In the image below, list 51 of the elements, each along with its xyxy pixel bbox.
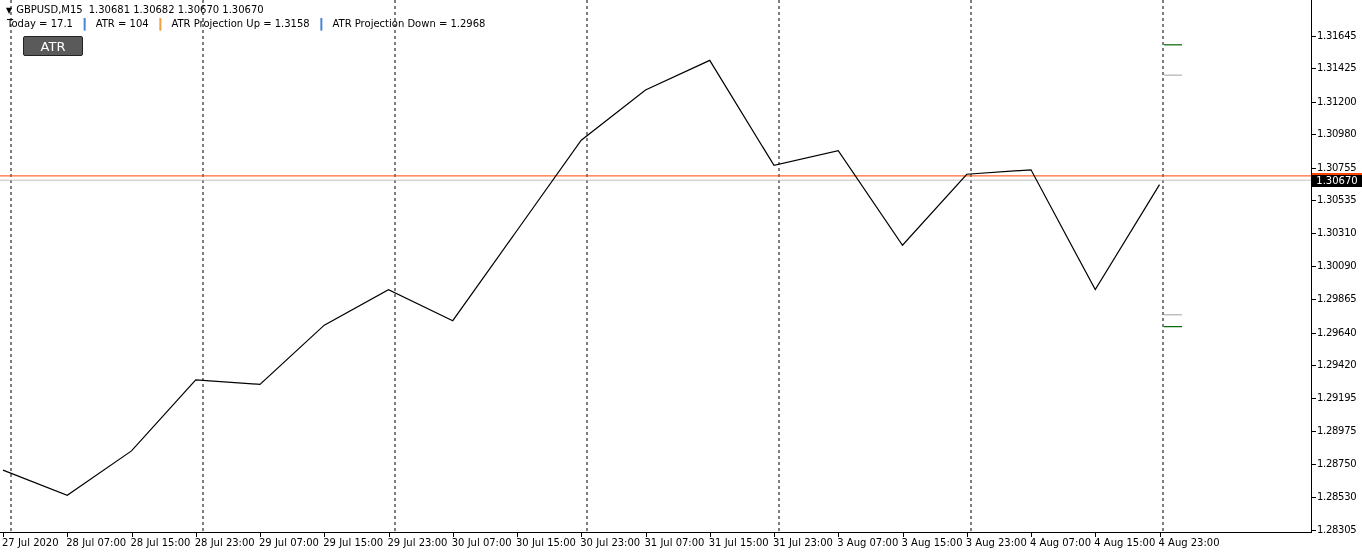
price-label: 1.28975 (1317, 424, 1357, 437)
projection-mark (1163, 326, 1183, 328)
price-label: 1.31425 (1317, 62, 1357, 75)
separator: | (81, 17, 87, 30)
indicator-value: ATR Projection Up = 1.3158 (171, 17, 310, 30)
time-label: 30 Jul 07:00 (451, 537, 512, 549)
symbol-label: GBPUSD,M15 (16, 4, 83, 15)
time-label: 30 Jul 15:00 (516, 537, 576, 549)
price-label: 1.29640 (1317, 326, 1357, 339)
price-label: 1.29420 (1317, 359, 1357, 372)
projection-mark (1163, 74, 1183, 76)
price-label: 1.30980 (1317, 128, 1357, 141)
time-label: 31 Jul 23:00 (773, 537, 833, 549)
price-label: 1.28750 (1317, 458, 1357, 471)
price-label: 1.30755 (1317, 161, 1357, 174)
projection-mark (1163, 314, 1183, 316)
price-label: 1.29195 (1317, 392, 1357, 405)
time-label: 29 Jul 23:00 (387, 537, 448, 549)
price-label: 1.31200 (1317, 95, 1357, 108)
current-price-tag: 1.30670 (1312, 175, 1362, 188)
time-label: 4 Aug 07:00 (1030, 537, 1092, 549)
projection-mark (1163, 44, 1183, 46)
separator: | (157, 17, 163, 30)
price-label: 1.30535 (1317, 194, 1357, 207)
dropdown-icon[interactable]: ▼ (6, 6, 13, 15)
time-label: 4 Aug 23:00 (1158, 537, 1220, 549)
time-label: 31 Jul 07:00 (644, 537, 705, 549)
indicator-value: ATR Projection Down = 1.2968 (332, 17, 486, 30)
time-label: 3 Aug 23:00 (965, 537, 1027, 549)
indicator-value: ATR = 104 (95, 17, 149, 30)
time-label: 30 Jul 23:00 (580, 537, 641, 549)
time-label: 27 Jul 2020 (2, 537, 59, 549)
time-label: 3 Aug 07:00 (837, 537, 899, 549)
time-label: 28 Jul 07:00 (66, 537, 127, 549)
quote-values: 1.30681 1.30682 1.30670 1.30670 (88, 4, 264, 15)
price-label: 1.30090 (1317, 259, 1357, 272)
indicator-value: Today = 17.1 (7, 17, 73, 30)
price-label: 1.28305 (1317, 524, 1357, 537)
separator: | (318, 17, 324, 30)
price-label: 1.31645 (1317, 29, 1357, 42)
time-label: 31 Jul 15:00 (708, 537, 769, 549)
time-label: 29 Jul 15:00 (323, 537, 384, 549)
time-label: 3 Aug 15:00 (901, 537, 963, 549)
time-label: 4 Aug 15:00 (1094, 537, 1156, 549)
price-label: 1.28530 (1317, 490, 1357, 503)
time-label: 28 Jul 15:00 (130, 537, 191, 549)
time-label: 29 Jul 07:00 (259, 537, 319, 549)
price-label: 1.30310 (1317, 227, 1357, 240)
price-label: 1.29865 (1317, 293, 1357, 306)
time-label: 28 Jul 23:00 (194, 537, 255, 549)
atr-button[interactable]: ATR (23, 36, 83, 56)
